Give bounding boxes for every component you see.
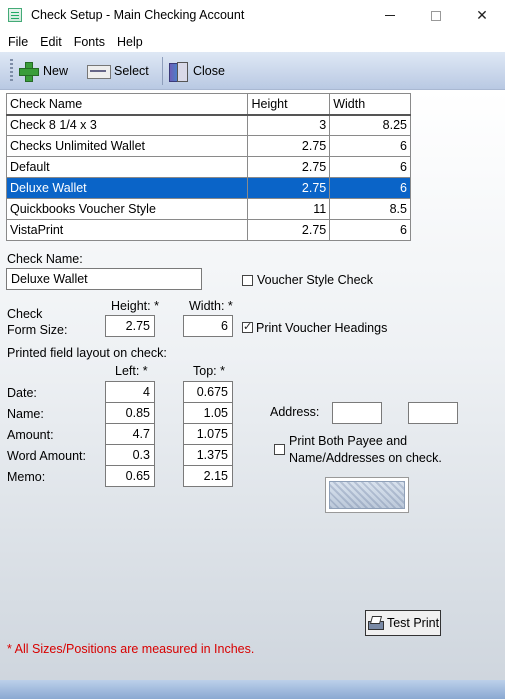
select-button[interactable]: Select	[87, 59, 149, 83]
voucher-style-label: Voucher Style Check	[257, 273, 374, 287]
cell-width: 8.5	[329, 198, 411, 220]
minimize-button[interactable]	[367, 0, 413, 31]
cell-width: 6	[329, 135, 411, 157]
menu-help[interactable]: Help	[111, 35, 149, 49]
cell-height: 2.75	[247, 156, 331, 178]
toolbar-grip[interactable]	[10, 59, 13, 83]
form-width-input[interactable]: 6	[183, 315, 233, 337]
plus-icon	[18, 61, 39, 82]
memo-top-input[interactable]: 2.15	[183, 465, 233, 487]
date-label: Date:	[7, 386, 37, 400]
menu-bar: File Edit Fonts Help	[0, 31, 505, 52]
test-print-button[interactable]: Test Print	[365, 610, 441, 636]
window-title: Check Setup - Main Checking Account	[31, 8, 245, 22]
printer-icon	[367, 616, 384, 630]
new-button-label: New	[43, 64, 69, 78]
check-preview-graphic	[329, 481, 405, 509]
check-list-table: Check Name Height Width Check 8 1/4 x 3 …	[5, 93, 411, 241]
print-voucher-headings-checkbox[interactable]	[242, 320, 253, 333]
header-check-name[interactable]: Check Name	[5, 93, 249, 116]
cell-name: Check 8 1/4 x 3	[5, 114, 249, 136]
menu-edit[interactable]: Edit	[34, 35, 68, 49]
name-left-input[interactable]: 0.85	[105, 402, 155, 424]
cell-name: Deluxe Wallet	[5, 177, 249, 199]
cell-height: 3	[247, 114, 331, 136]
cell-width: 8.25	[329, 114, 411, 136]
cell-width: 6	[329, 156, 411, 178]
close-button-label: Close	[193, 64, 225, 78]
print-both-label-line2: Name/Addresses on check.	[289, 451, 442, 465]
cell-width: 6	[329, 219, 411, 241]
memo-left-input[interactable]: 0.65	[105, 465, 155, 487]
date-top-input[interactable]: 0.675	[183, 381, 233, 403]
height-column-label: Height: *	[111, 299, 159, 313]
menu-fonts[interactable]: Fonts	[68, 35, 111, 49]
form-height-input[interactable]: 2.75	[105, 315, 155, 337]
address-top-input[interactable]	[408, 402, 458, 424]
print-both-label-line1: Print Both Payee and	[289, 434, 408, 448]
check-name-input[interactable]: Deluxe Wallet	[6, 268, 202, 290]
cell-name: VistaPrint	[5, 219, 249, 241]
date-left-input[interactable]: 4	[105, 381, 155, 403]
minimize-icon	[385, 15, 395, 16]
top-column-label: Top: *	[193, 364, 225, 378]
new-button[interactable]: New	[18, 59, 68, 83]
status-bar	[0, 680, 505, 699]
check-preview-image	[325, 477, 409, 513]
select-button-label: Select	[114, 64, 149, 78]
address-left-input[interactable]	[332, 402, 382, 424]
name-label: Name:	[7, 407, 44, 421]
name-top-input[interactable]: 1.05	[183, 402, 233, 424]
maximize-button[interactable]	[413, 0, 459, 31]
units-note: * All Sizes/Positions are measured in In…	[7, 642, 255, 656]
memo-label: Memo:	[7, 470, 46, 484]
cell-name: Quickbooks Voucher Style	[5, 198, 249, 220]
app-icon	[8, 8, 22, 22]
table-row[interactable]: Quickbooks Voucher Style 11 8.5	[5, 198, 411, 220]
close-icon: ✕	[476, 7, 488, 23]
address-label: Address:	[270, 405, 320, 419]
print-voucher-headings-label: Print Voucher Headings	[256, 321, 388, 335]
header-height[interactable]: Height	[247, 93, 331, 116]
toolbar-separator	[162, 57, 163, 85]
header-width[interactable]: Width	[329, 93, 411, 116]
amount-label: Amount:	[7, 428, 54, 442]
check-setup-panel: Check Name Height Width Check 8 1/4 x 3 …	[0, 90, 505, 680]
menu-file[interactable]: File	[2, 35, 34, 49]
check-form-size-label-line1: Check	[7, 307, 43, 321]
table-row[interactable]: VistaPrint 2.75 6	[5, 219, 411, 241]
table-row[interactable]: Checks Unlimited Wallet 2.75 6	[5, 135, 411, 157]
check-form-size-label-line2: Form Size:	[7, 323, 68, 337]
voucher-style-checkbox[interactable]	[242, 275, 253, 286]
table-row-selected[interactable]: Deluxe Wallet 2.75 6	[5, 177, 411, 199]
amount-top-input[interactable]: 1.075	[183, 423, 233, 445]
table-row[interactable]: Default 2.75 6	[5, 156, 411, 178]
amount-left-input[interactable]: 4.7	[105, 423, 155, 445]
cell-height: 2.75	[247, 177, 331, 199]
width-column-label: Width: *	[189, 299, 233, 313]
word-amount-label: Word Amount:	[7, 449, 86, 463]
close-button[interactable]: Close	[168, 59, 225, 83]
close-window-button[interactable]: ✕	[459, 0, 505, 31]
door-exit-icon	[168, 61, 188, 82]
word-amount-top-input[interactable]: 1.375	[183, 444, 233, 466]
title-bar: Check Setup - Main Checking Account ✕	[0, 0, 505, 31]
toolbar: New Select Close	[0, 52, 505, 90]
field-layout-label: Printed field layout on check:	[7, 346, 167, 360]
cell-width: 6	[329, 177, 411, 199]
test-print-label: Test Print	[386, 616, 440, 630]
maximize-icon	[431, 10, 441, 21]
cell-height: 11	[247, 198, 331, 220]
check-name-label: Check Name:	[7, 252, 83, 266]
cell-height: 2.75	[247, 219, 331, 241]
word-amount-left-input[interactable]: 0.3	[105, 444, 155, 466]
left-column-label: Left: *	[115, 364, 148, 378]
table-row[interactable]: Check 8 1/4 x 3 3 8.25	[5, 114, 411, 136]
cell-name: Checks Unlimited Wallet	[5, 135, 249, 157]
cell-name: Default	[5, 156, 249, 178]
select-check-icon	[87, 62, 111, 80]
print-both-checkbox[interactable]	[274, 444, 285, 455]
cell-height: 2.75	[247, 135, 331, 157]
